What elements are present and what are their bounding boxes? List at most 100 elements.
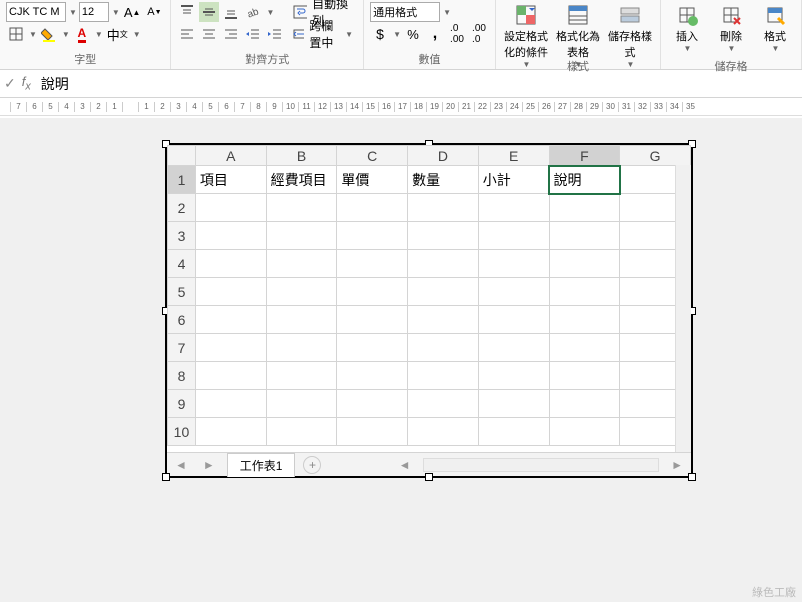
select-all-corner[interactable] [168, 146, 196, 166]
orientation-icon[interactable]: ab [243, 2, 263, 22]
grid[interactable]: ABCDEFG1項目經費項目單價數量小計說明2345678910 [167, 145, 691, 446]
currency-icon[interactable]: $ [370, 24, 390, 44]
font-name-select[interactable] [6, 2, 66, 22]
decrease-indent-icon[interactable] [243, 24, 263, 44]
conditional-format-button[interactable]: 設定格式化的條件▼ [502, 2, 550, 56]
column-header[interactable]: F [549, 146, 620, 166]
phonetic-icon[interactable]: 中文 [105, 24, 130, 44]
cell[interactable] [337, 250, 408, 278]
row-header[interactable]: 1 [168, 166, 196, 194]
cell[interactable] [549, 278, 620, 306]
tab-nav-prev-icon[interactable]: ◄ [167, 458, 195, 472]
cell[interactable] [266, 194, 337, 222]
font-size-select[interactable] [79, 2, 109, 22]
cell[interactable]: 說明 [549, 166, 620, 194]
row-header[interactable]: 4 [168, 250, 196, 278]
cell[interactable] [195, 334, 266, 362]
cell[interactable]: 經費項目 [266, 166, 337, 194]
cell[interactable] [478, 194, 549, 222]
column-header[interactable]: G [620, 146, 691, 166]
delete-button[interactable]: 刪除▼ [711, 2, 751, 56]
cell[interactable] [549, 390, 620, 418]
column-header[interactable]: D [408, 146, 479, 166]
chevron-down-icon[interactable]: ▼ [345, 30, 353, 39]
insert-button[interactable]: 插入▼ [667, 2, 707, 56]
cell[interactable] [266, 390, 337, 418]
chevron-down-icon[interactable]: ▼ [393, 30, 401, 39]
resize-handle[interactable] [162, 473, 170, 481]
cell[interactable] [408, 334, 479, 362]
cell[interactable] [195, 222, 266, 250]
align-right-icon[interactable] [221, 24, 241, 44]
number-format-select[interactable] [370, 2, 440, 22]
cell[interactable] [478, 362, 549, 390]
column-header[interactable]: B [266, 146, 337, 166]
row-header[interactable]: 5 [168, 278, 196, 306]
chevron-down-icon[interactable]: ▼ [69, 8, 77, 17]
sheet-tab[interactable]: 工作表1 [227, 453, 296, 477]
cell[interactable]: 數量 [408, 166, 479, 194]
cell[interactable] [478, 418, 549, 446]
resize-handle[interactable] [425, 473, 433, 481]
cell[interactable] [478, 390, 549, 418]
chevron-down-icon[interactable]: ▼ [266, 8, 274, 17]
row-header[interactable]: 2 [168, 194, 196, 222]
chevron-down-icon[interactable]: ▼ [62, 30, 70, 39]
cell[interactable] [266, 278, 337, 306]
formula-input[interactable] [37, 74, 798, 94]
cell[interactable] [549, 418, 620, 446]
cell[interactable]: 單價 [337, 166, 408, 194]
chevron-down-icon[interactable]: ▼ [95, 30, 103, 39]
cell[interactable] [195, 390, 266, 418]
cell[interactable] [408, 306, 479, 334]
cell[interactable] [408, 222, 479, 250]
cell[interactable] [549, 362, 620, 390]
row-header[interactable]: 8 [168, 362, 196, 390]
chevron-down-icon[interactable]: ▼ [29, 30, 37, 39]
cell[interactable] [195, 278, 266, 306]
cell[interactable] [478, 222, 549, 250]
cell[interactable] [266, 306, 337, 334]
cell[interactable] [408, 390, 479, 418]
tab-nav-next-icon[interactable]: ► [195, 458, 223, 472]
percent-icon[interactable]: % [403, 24, 423, 44]
cell[interactable] [266, 362, 337, 390]
align-center-icon[interactable] [199, 24, 219, 44]
chevron-down-icon[interactable]: ▼ [112, 8, 120, 17]
cell[interactable] [266, 222, 337, 250]
chevron-down-icon[interactable]: ▼ [133, 30, 141, 39]
column-header[interactable]: A [195, 146, 266, 166]
resize-handle[interactable] [688, 473, 696, 481]
row-header[interactable]: 6 [168, 306, 196, 334]
cell[interactable] [337, 418, 408, 446]
cell[interactable]: 小計 [478, 166, 549, 194]
hscroll-left-icon[interactable]: ◄ [391, 458, 419, 472]
cell[interactable] [337, 306, 408, 334]
cell[interactable] [549, 334, 620, 362]
hscroll-right-icon[interactable]: ► [663, 458, 691, 472]
align-left-icon[interactable] [177, 24, 197, 44]
font-color-icon[interactable]: A [72, 24, 92, 44]
cell[interactable] [195, 194, 266, 222]
embedded-spreadsheet-object[interactable]: ABCDEFG1項目經費項目單價數量小計說明2345678910 ◄ ► 工作表… [165, 143, 693, 478]
align-middle-icon[interactable] [199, 2, 219, 22]
cell[interactable] [408, 418, 479, 446]
cell[interactable]: 項目 [195, 166, 266, 194]
add-sheet-button[interactable]: + [303, 456, 321, 474]
vertical-scrollbar[interactable] [675, 165, 691, 452]
fx-icon[interactable]: fx [22, 74, 31, 93]
cell[interactable] [549, 222, 620, 250]
row-header[interactable]: 9 [168, 390, 196, 418]
cell[interactable] [478, 306, 549, 334]
cell[interactable] [478, 250, 549, 278]
cell[interactable] [337, 194, 408, 222]
formula-confirm-icon[interactable]: ✓ [4, 75, 16, 92]
row-header[interactable]: 3 [168, 222, 196, 250]
cell[interactable] [549, 194, 620, 222]
cell[interactable] [195, 250, 266, 278]
cell[interactable] [337, 222, 408, 250]
borders-icon[interactable] [6, 24, 26, 44]
chevron-down-icon[interactable]: ▼ [443, 8, 451, 17]
cell[interactable] [549, 250, 620, 278]
cell[interactable] [478, 278, 549, 306]
